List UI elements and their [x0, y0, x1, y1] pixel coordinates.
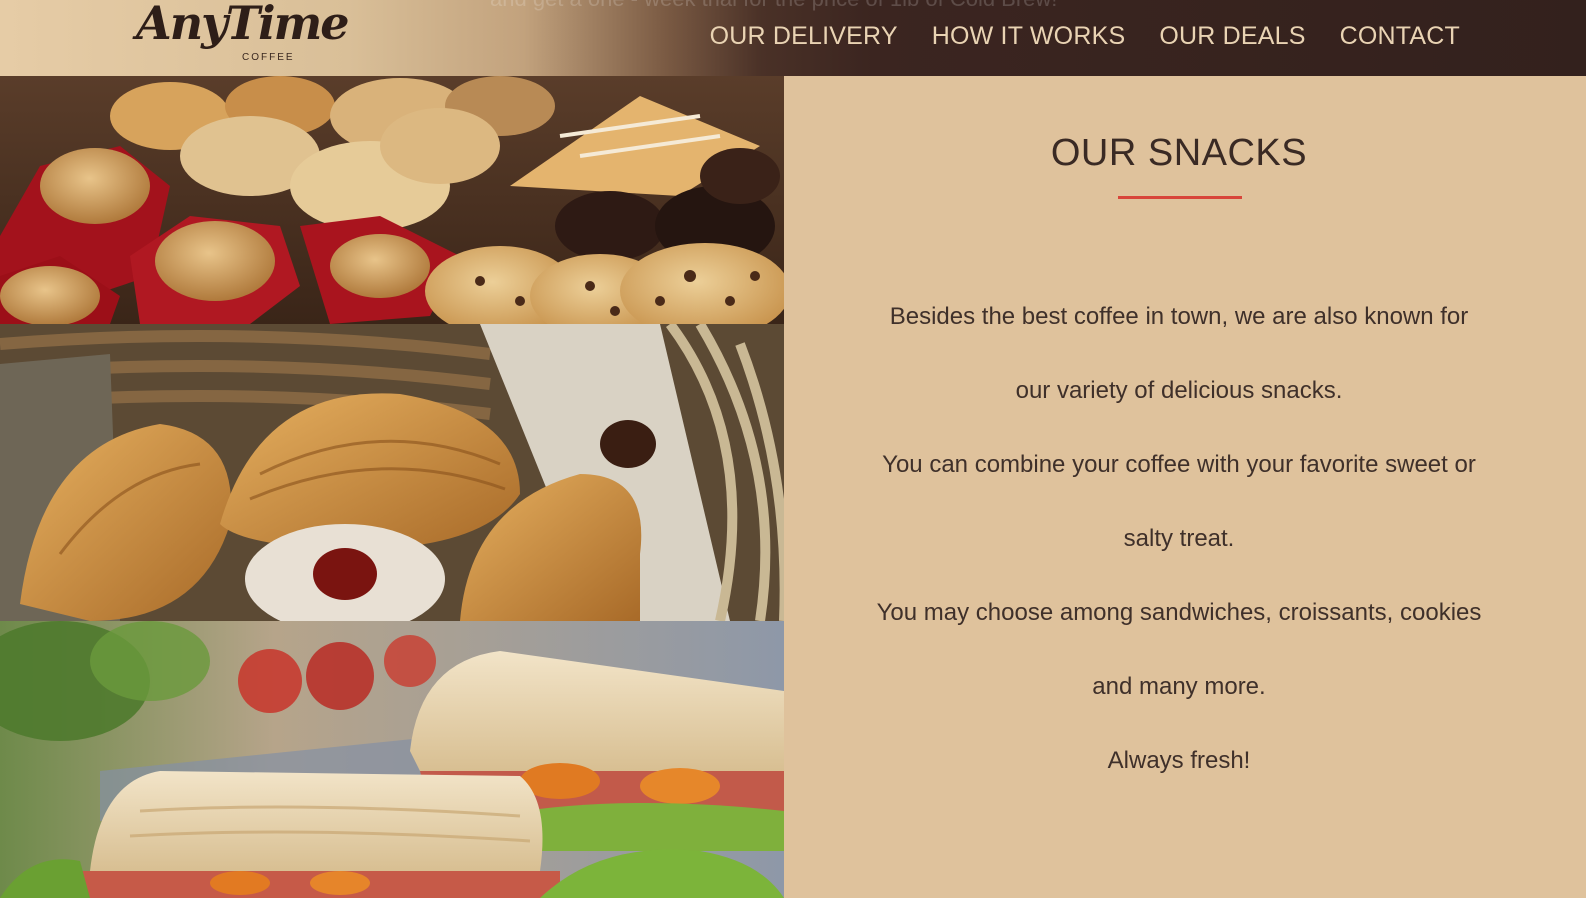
- promo-banner-text: and get a one - week trial for the price…: [490, 0, 1057, 12]
- nav-item-our-deals[interactable]: OUR DEALS: [1159, 22, 1305, 51]
- snacks-section: OUR SNACKS Besides the best coffee in to…: [784, 76, 1586, 898]
- description-line: and many more.: [1092, 673, 1266, 700]
- description-line: Always fresh!: [1107, 747, 1251, 774]
- sandwich-photo: [0, 621, 784, 898]
- snack-photos: [0, 76, 784, 898]
- site-header: and get a one - week trial for the price…: [0, 0, 1586, 76]
- croissants-photo: [0, 324, 784, 621]
- description-line: Besides the best coffee in town, we are …: [889, 303, 1469, 330]
- description-line: You can combine your coffee with your fa…: [882, 451, 1476, 478]
- pastries-photo: [0, 76, 784, 324]
- site-logo[interactable]: AnyTime COFFEE: [134, 0, 350, 70]
- section-title: OUR SNACKS: [1050, 132, 1308, 174]
- logo-script-text: AnyTime: [136, 0, 350, 50]
- snacks-description: Besides the best coffee in town, we are …: [834, 280, 1524, 798]
- nav-item-contact[interactable]: CONTACT: [1340, 22, 1460, 51]
- nav-item-how-it-works[interactable]: HOW IT WORKS: [932, 22, 1126, 51]
- title-underline: [1118, 196, 1242, 199]
- description-line: You may choose among sandwiches, croissa…: [876, 599, 1482, 626]
- nav-item-our-delivery[interactable]: OUR DELIVERY: [710, 22, 898, 51]
- description-line: our variety of delicious snacks.: [1015, 377, 1343, 404]
- description-line: salty treat.: [1123, 525, 1235, 552]
- logo-sub-text: COFFEE: [242, 52, 295, 63]
- main-nav: OUR DELIVERY HOW IT WORKS OUR DEALS CONT…: [710, 22, 1460, 51]
